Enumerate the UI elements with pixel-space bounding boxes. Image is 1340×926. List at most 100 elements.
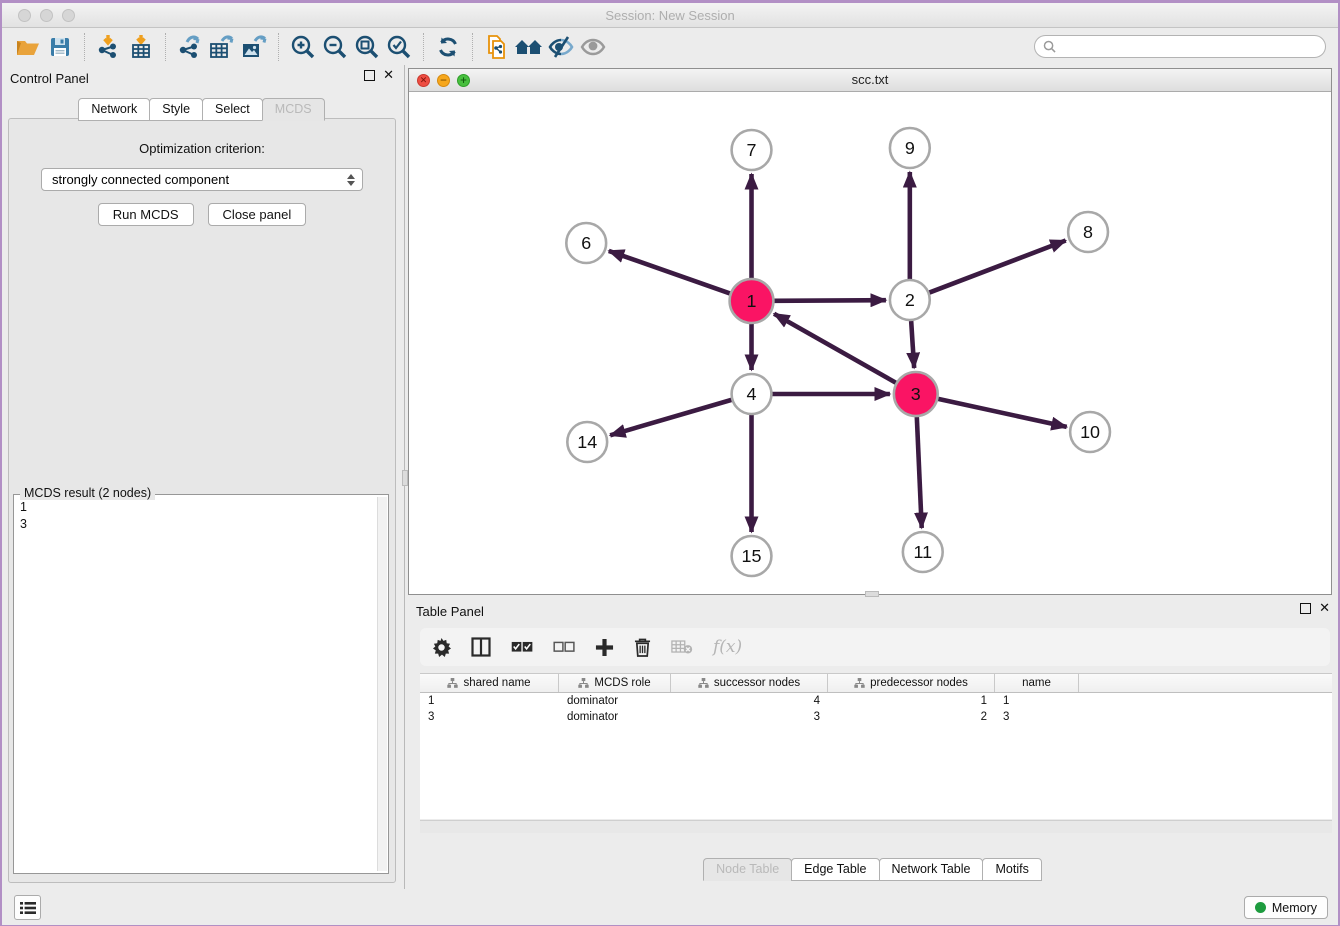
delete-table-icon bbox=[671, 639, 693, 655]
edge-3-11[interactable] bbox=[917, 417, 922, 528]
edge-2-8[interactable] bbox=[929, 241, 1065, 293]
graph-node-1[interactable]: 1 bbox=[730, 279, 774, 323]
zoom-fit-button[interactable] bbox=[351, 32, 383, 62]
close-panel-icon[interactable]: ✕ bbox=[383, 70, 394, 81]
table-cell[interactable]: dominator bbox=[559, 695, 671, 707]
table-cell[interactable]: 3 bbox=[671, 711, 828, 723]
table-hscrollbar[interactable] bbox=[420, 820, 1332, 833]
canvas-splitter-grip[interactable] bbox=[865, 591, 879, 597]
network-canvas[interactable]: 7 9 6 8 1 2 4 3 14 10 15 11 bbox=[409, 92, 1331, 594]
export-image-button[interactable] bbox=[238, 32, 270, 62]
hide-details-button[interactable] bbox=[545, 32, 577, 62]
import-table-button[interactable] bbox=[125, 32, 157, 62]
memory-button[interactable]: Memory bbox=[1244, 896, 1328, 919]
column-header-predecessor-nodes[interactable]: predecessor nodes bbox=[828, 674, 995, 692]
svg-text:10: 10 bbox=[1080, 422, 1100, 442]
graph-node-4[interactable]: 4 bbox=[732, 374, 772, 414]
table-cell[interactable]: 3 bbox=[420, 711, 559, 723]
graph-node-3[interactable]: 3 bbox=[894, 372, 938, 416]
control-panel-title: Control Panel bbox=[10, 71, 89, 86]
task-history-button[interactable] bbox=[14, 895, 41, 920]
import-table-icon bbox=[128, 34, 154, 60]
zoom-selected-button[interactable] bbox=[383, 32, 415, 62]
table-row[interactable]: 3dominator323 bbox=[420, 709, 1332, 725]
table-cell[interactable]: 1 bbox=[420, 695, 559, 707]
open-session-button[interactable] bbox=[12, 32, 44, 62]
edge-3-10[interactable] bbox=[938, 399, 1067, 427]
network-minimize-icon[interactable]: − bbox=[437, 74, 450, 87]
import-network-button[interactable] bbox=[93, 32, 125, 62]
edge-1-2[interactable] bbox=[774, 300, 886, 301]
column-visibility-button[interactable] bbox=[471, 637, 491, 657]
tab-node-table[interactable]: Node Table bbox=[703, 858, 792, 881]
control-panel-tabs: NetworkStyleSelectMCDS bbox=[2, 98, 402, 121]
search-input[interactable] bbox=[1061, 40, 1317, 54]
close-panel-button[interactable]: Close panel bbox=[208, 203, 307, 226]
network-zoom-icon[interactable]: + bbox=[457, 74, 470, 87]
close-table-panel-icon[interactable]: ✕ bbox=[1319, 603, 1330, 614]
result-scrollbar[interactable] bbox=[377, 497, 387, 871]
edge-4-14[interactable] bbox=[610, 400, 731, 435]
zoom-window-icon[interactable] bbox=[62, 9, 75, 22]
column-header-successor-nodes[interactable]: successor nodes bbox=[671, 674, 828, 692]
node-table[interactable]: shared nameMCDS rolesuccessor nodesprede… bbox=[420, 673, 1332, 819]
criterion-select[interactable]: strongly connected component bbox=[41, 168, 363, 191]
tab-edge-table[interactable]: Edge Table bbox=[791, 858, 879, 881]
add-column-button[interactable] bbox=[595, 638, 614, 657]
table-cell[interactable]: 3 bbox=[995, 711, 1079, 723]
tab-select[interactable]: Select bbox=[202, 98, 263, 121]
deselect-all-button[interactable] bbox=[553, 640, 575, 654]
graph-node-7[interactable]: 7 bbox=[732, 130, 772, 170]
status-bar: Memory bbox=[2, 889, 1338, 925]
mcds-result-title: MCDS result (2 nodes) bbox=[20, 486, 155, 500]
column-header-shared-name[interactable]: shared name bbox=[420, 674, 559, 692]
table-cell[interactable]: 2 bbox=[828, 711, 995, 723]
zoom-in-button[interactable] bbox=[287, 32, 319, 62]
table-cell[interactable]: 1 bbox=[995, 695, 1079, 707]
edge-2-3[interactable] bbox=[911, 321, 914, 368]
minimize-window-icon[interactable] bbox=[40, 9, 53, 22]
function-builder-button[interactable]: f(x) bbox=[713, 637, 742, 657]
table-cell[interactable]: dominator bbox=[559, 711, 671, 723]
tab-network-table[interactable]: Network Table bbox=[879, 858, 984, 881]
edge-1-6[interactable] bbox=[609, 251, 730, 293]
delete-table-button[interactable] bbox=[671, 639, 693, 655]
table-settings-button[interactable] bbox=[432, 638, 451, 657]
show-details-button[interactable] bbox=[577, 32, 609, 62]
graph-node-2[interactable]: 2 bbox=[890, 280, 930, 320]
graph-node-10[interactable]: 10 bbox=[1070, 412, 1110, 452]
graph-node-11[interactable]: 11 bbox=[903, 532, 943, 572]
search-field[interactable] bbox=[1034, 35, 1326, 58]
refresh-layout-button[interactable] bbox=[432, 32, 464, 62]
svg-text:1: 1 bbox=[747, 291, 757, 311]
table-cell[interactable]: 4 bbox=[671, 695, 828, 707]
tab-style[interactable]: Style bbox=[149, 98, 203, 121]
graph-node-14[interactable]: 14 bbox=[567, 422, 607, 462]
graph-node-9[interactable]: 9 bbox=[890, 128, 930, 168]
home-button[interactable] bbox=[513, 32, 545, 62]
run-mcds-button[interactable]: Run MCDS bbox=[98, 203, 194, 226]
network-graph[interactable]: 7 9 6 8 1 2 4 3 14 10 15 11 bbox=[409, 92, 1331, 594]
export-table-button[interactable] bbox=[206, 32, 238, 62]
network-close-icon[interactable]: ✕ bbox=[417, 74, 430, 87]
column-header-MCDS-role[interactable]: MCDS role bbox=[559, 674, 671, 692]
select-all-button[interactable] bbox=[511, 640, 533, 654]
tab-mcds[interactable]: MCDS bbox=[262, 98, 325, 121]
table-cell[interactable]: 1 bbox=[828, 695, 995, 707]
table-row[interactable]: 1dominator411 bbox=[420, 693, 1332, 709]
float-panel-icon[interactable] bbox=[364, 70, 375, 81]
float-table-panel-icon[interactable] bbox=[1300, 603, 1311, 614]
tab-network[interactable]: Network bbox=[78, 98, 150, 121]
graph-node-15[interactable]: 15 bbox=[732, 536, 772, 576]
graph-node-8[interactable]: 8 bbox=[1068, 212, 1108, 252]
export-network-button[interactable] bbox=[174, 32, 206, 62]
save-session-button[interactable] bbox=[44, 32, 76, 62]
edge-3-1[interactable] bbox=[774, 314, 896, 383]
zoom-out-button[interactable] bbox=[319, 32, 351, 62]
close-window-icon[interactable] bbox=[18, 9, 31, 22]
clone-network-button[interactable] bbox=[481, 32, 513, 62]
tab-motifs[interactable]: Motifs bbox=[982, 858, 1041, 881]
column-header-name[interactable]: name bbox=[995, 674, 1079, 692]
graph-node-6[interactable]: 6 bbox=[566, 223, 606, 263]
delete-column-button[interactable] bbox=[634, 637, 651, 657]
